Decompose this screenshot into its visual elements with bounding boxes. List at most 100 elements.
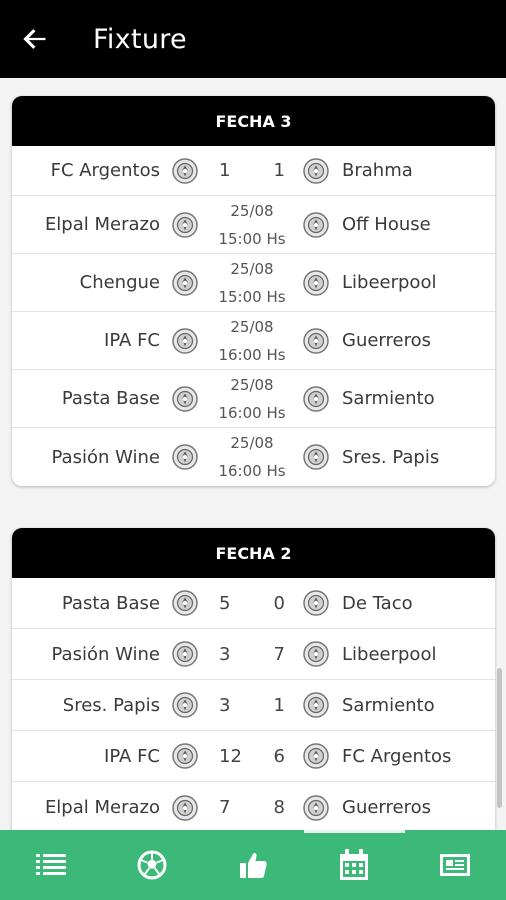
away-score: 8 [273,797,285,818]
match-datetime: 25/08 15:00 Hs [202,254,302,311]
team-logo-icon [172,157,198,184]
away-team: Libeerpool [342,272,437,293]
back-button[interactable] [0,0,70,78]
home-team: Elpal Merazo [44,214,160,235]
home-team: Chengue [79,272,160,293]
away-score: 0 [273,592,285,614]
team-logo-icon [303,743,329,769]
team-logo-icon [303,385,329,412]
nav-item-fixture[interactable] [303,830,406,900]
home-team: FC Argentos [50,160,160,181]
away-score: 1 [273,694,285,716]
home-score: 7 [219,797,231,818]
team-logo-icon [172,385,198,412]
match-row[interactable]: IPA FC 25/08 16:00 Hs Guerreros [12,312,495,370]
list-icon [35,854,66,875]
match-row[interactable]: Pasión Wine 25/08 16:00 Hs Sres. Papis [12,428,495,486]
team-logo-icon [303,641,329,667]
match-datetime: 25/08 15:00 Hs [202,196,302,253]
fecha-card: FECHA 3 FC Argentos 1 1 Brahma Elpal Mer… [12,96,495,486]
soccer-ball-icon [137,850,167,880]
nav-item-list[interactable] [0,830,101,900]
away-team: De Taco [342,592,413,614]
match-row[interactable]: Elpal Merazo 25/08 15:00 Hs Off House [12,196,495,254]
match-date: 25/08 [230,201,274,220]
home-team: Pasta Base [61,388,160,409]
fecha-header: FECHA 2 [12,528,495,578]
fixture-list[interactable]: FECHA 3 FC Argentos 1 1 Brahma Elpal Mer… [0,78,506,830]
match-date: 25/08 [230,375,274,394]
away-score: 1 [273,160,285,181]
team-logo-icon [303,211,329,238]
away-team: Libeerpool [342,643,437,665]
match-time: 16:00 Hs [218,403,286,422]
team-logo-icon [172,794,198,821]
match-row[interactable]: Pasión Wine 3 7 Libeerpool [12,629,495,680]
thumbs-up-icon [240,852,267,878]
away-team: Off House [342,214,431,235]
match-score: 3 7 [212,629,292,679]
match-row[interactable]: IPA FC 12 6 FC Argentos [12,731,495,782]
nav-item-ball[interactable] [101,830,202,900]
match-row[interactable]: Chengue 25/08 15:00 Hs Libeerpool [12,254,495,312]
match-score: 1 1 [212,146,292,195]
away-team: Sarmiento [342,388,435,409]
away-score: 6 [273,745,285,767]
away-team: Guerreros [342,330,431,351]
away-team: Sres. Papis [342,446,440,468]
match-date: 25/08 [230,317,274,336]
home-team: IPA FC [104,330,160,351]
newspaper-icon [440,854,471,876]
home-team: Pasión Wine [51,643,160,665]
match-row[interactable]: Sres. Papis 3 1 Sarmiento [12,680,495,731]
match-row[interactable]: Pasta Base 25/08 16:00 Hs Sarmiento [12,370,495,428]
bottom-nav [0,830,506,900]
team-logo-icon [303,327,329,354]
team-logo-icon [303,794,329,821]
match-time: 16:00 Hs [218,345,286,364]
team-logo-icon [172,211,198,238]
team-logo-icon [303,157,329,184]
match-row[interactable]: Elpal Merazo 7 8 Guerreros [12,782,495,830]
team-logo-icon [172,641,198,667]
home-score: 1 [219,160,231,181]
team-logo-icon [172,327,198,354]
match-datetime: 25/08 16:00 Hs [202,312,302,369]
scrollbar[interactable] [497,668,502,808]
match-row[interactable]: Pasta Base 5 0 De Taco [12,578,495,629]
match-score: 3 1 [212,680,292,730]
team-logo-icon [172,692,198,718]
team-logo-icon [172,743,198,769]
team-logo-icon [303,692,329,718]
nav-item-thumbs[interactable] [202,830,303,900]
match-row[interactable]: FC Argentos 1 1 Brahma [12,146,495,196]
home-score: 12 [219,745,242,767]
calendar-icon [340,849,369,880]
fecha-card: FECHA 2 Pasta Base 5 0 De Taco Pasión Wi… [12,528,495,830]
match-datetime: 25/08 16:00 Hs [202,428,302,486]
away-team: Guerreros [342,797,431,818]
home-team: Pasta Base [61,592,160,614]
match-score: 5 0 [212,578,292,628]
match-score: 7 8 [212,782,292,830]
away-score: 7 [273,643,285,665]
team-logo-icon [303,444,329,470]
home-team: IPA FC [104,745,160,767]
fecha-header: FECHA 3 [12,96,495,146]
app-bar: Fixture [0,0,506,78]
away-team: FC Argentos [342,745,452,767]
home-team: Sres. Papis [62,694,160,716]
arrow-left-icon [23,29,46,49]
home-team: Pasión Wine [51,446,160,468]
team-logo-icon [303,590,329,616]
match-time: 16:00 Hs [218,462,286,480]
home-score: 3 [219,694,231,716]
team-logo-icon [172,444,198,470]
team-logo-icon [172,590,198,616]
nav-item-news[interactable] [405,830,506,900]
match-score: 12 6 [212,731,292,781]
page-title: Fixture [93,23,187,55]
team-logo-icon [172,269,198,296]
match-date: 25/08 [230,434,274,452]
match-time: 15:00 Hs [218,287,286,306]
